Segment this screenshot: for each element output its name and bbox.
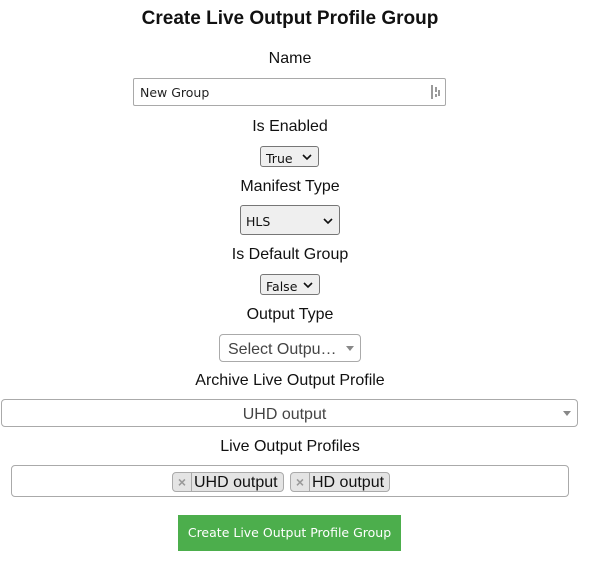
chevron-down-icon xyxy=(303,282,313,289)
page-title: Create Live Output Profile Group xyxy=(141,8,439,29)
name-field-value: New Group xyxy=(140,85,210,100)
name-label: Name xyxy=(268,50,312,67)
chevron-down-icon xyxy=(302,154,312,161)
manifest-type-value: HLS xyxy=(246,214,271,229)
output-type-select[interactable]: Select Outpu… xyxy=(219,334,361,362)
profile-tag: × HD output xyxy=(290,472,391,492)
dropdown-arrow-icon xyxy=(563,411,571,416)
manifest-type-select[interactable]: HLS xyxy=(240,205,340,235)
is-enabled-value: True xyxy=(266,151,293,166)
is-enabled-select[interactable]: True xyxy=(260,146,319,167)
is-default-group-label: Is Default Group xyxy=(231,246,349,263)
is-default-group-value: False xyxy=(266,279,298,294)
archive-profile-value: UHD output xyxy=(242,406,327,423)
remove-tag-icon[interactable]: × xyxy=(291,473,310,491)
archive-profile-select[interactable]: UHD output xyxy=(1,399,578,427)
live-profiles-multiselect[interactable]: × UHD output × HD output xyxy=(11,465,569,497)
manifest-type-label: Manifest Type xyxy=(240,178,340,195)
create-group-button[interactable]: Create Live Output Profile Group xyxy=(178,515,401,551)
is-enabled-label: Is Enabled xyxy=(252,118,328,135)
live-profiles-label: Live Output Profiles xyxy=(220,438,360,455)
is-default-group-select[interactable]: False xyxy=(260,274,320,295)
remove-tag-icon[interactable]: × xyxy=(173,473,192,491)
profile-tag: × UHD output xyxy=(172,472,284,492)
output-type-label: Output Type xyxy=(246,306,334,323)
output-type-placeholder: Select Outpu… xyxy=(228,341,337,358)
profile-tag-label: UHD output xyxy=(194,474,278,491)
autofill-key-icon[interactable] xyxy=(430,84,441,100)
dropdown-arrow-icon xyxy=(346,346,354,351)
archive-profile-label: Archive Live Output Profile xyxy=(195,372,385,389)
name-field[interactable]: New Group xyxy=(133,78,446,106)
profile-tag-label: HD output xyxy=(312,474,385,491)
chevron-down-icon xyxy=(323,218,333,225)
